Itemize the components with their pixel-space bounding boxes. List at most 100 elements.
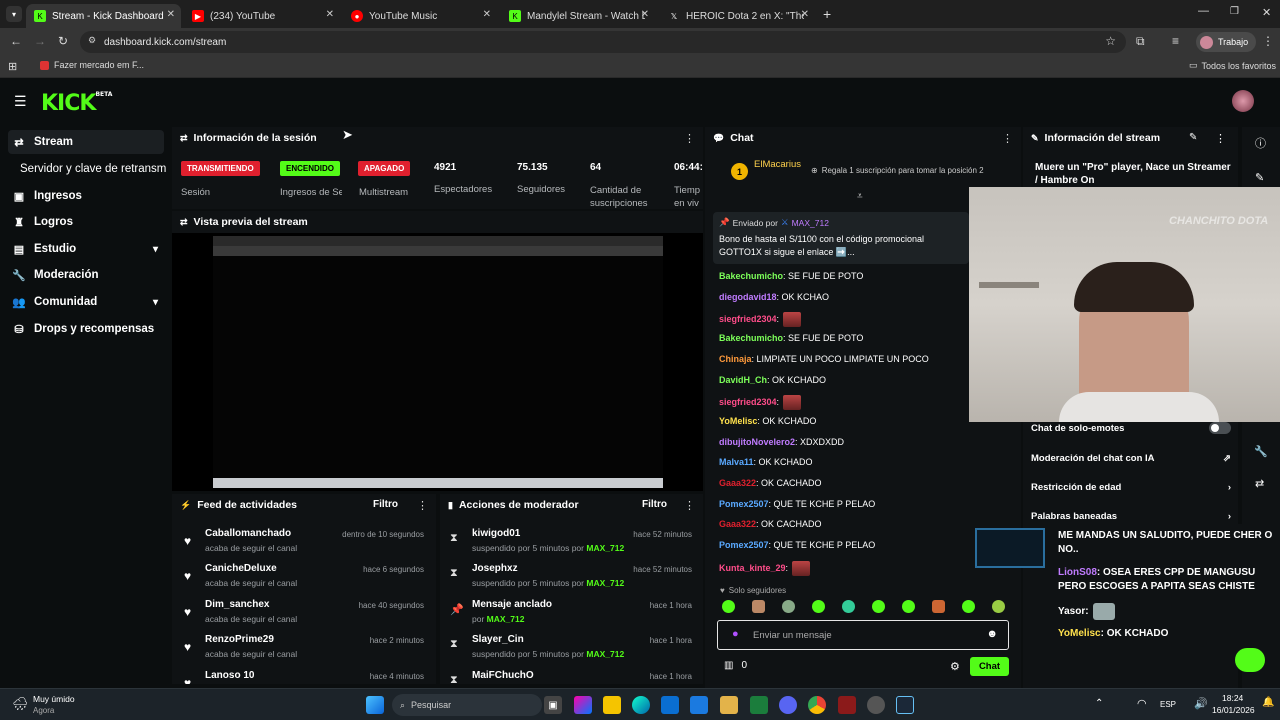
tray-chevron-icon[interactable]: ⌃	[1095, 698, 1103, 709]
chat-username[interactable]: Pomex2507	[719, 540, 769, 550]
chat-username[interactable]: Gaaa322	[719, 519, 756, 529]
address-bar[interactable]: ⚙ dashboard.kick.com/stream ☆	[80, 31, 1126, 53]
outlook-icon[interactable]	[690, 696, 708, 714]
follower-name[interactable]: Lanoso 10	[205, 670, 254, 681]
tab-mandylel-stream[interactable]: K Mandylel Stream - Watch Live o ✕	[501, 4, 655, 28]
media-icon[interactable]: ≡	[1172, 34, 1179, 48]
tab-youtube[interactable]: ▶ (234) YouTube ✕	[184, 4, 340, 28]
all-favorites-folder[interactable]: ▭ Todos los favoritos	[1189, 60, 1276, 71]
collapse-icon[interactable]: ⩡	[857, 191, 863, 202]
emote-icon[interactable]	[872, 600, 885, 613]
sidebar-item-server-key[interactable]: Servidor y clave de retransm	[20, 157, 172, 181]
chat-username[interactable]: Kunta_kinte_29	[719, 563, 786, 573]
chat-username[interactable]: Bakechumicho	[719, 333, 783, 343]
folder-icon[interactable]	[720, 696, 738, 714]
minimize-icon[interactable]: —	[1198, 5, 1209, 17]
moderator-name[interactable]: MAX_712	[586, 649, 624, 659]
profile-button[interactable]: Trabajo	[1196, 32, 1257, 52]
moderator-name[interactable]: MAX_712	[487, 614, 525, 624]
extensions-icon[interactable]: ⧉	[1136, 34, 1145, 49]
stream-preview-video[interactable]	[213, 236, 663, 488]
moderator-name[interactable]: MAX_712	[586, 543, 624, 553]
sidebar-item-stream[interactable]: ⇄ Stream	[8, 130, 164, 154]
close-tab-icon[interactable]: ✕	[641, 9, 649, 20]
task-view-icon[interactable]: ▣	[544, 696, 562, 714]
weather-icon[interactable]: 🌧	[12, 696, 29, 712]
microphone-icon[interactable]: ●	[732, 628, 739, 640]
chat-username[interactable]: Pomex2507	[719, 499, 769, 509]
chat-input[interactable]: ● Enviar un mensaje ☻	[717, 620, 1009, 650]
close-tab-icon[interactable]: ✕	[167, 9, 175, 20]
channel-points[interactable]: ▥ 0	[724, 660, 747, 671]
sidebar-item-drops[interactable]: ⛁ Drops y recompensas	[8, 317, 164, 341]
notifications-icon[interactable]: 🔔	[1262, 697, 1274, 708]
emoji-icon[interactable]: ☻	[986, 628, 998, 640]
app-icon[interactable]	[867, 696, 885, 714]
window-close-icon[interactable]: ✕	[1262, 6, 1271, 19]
filter-button[interactable]: Filtro	[373, 499, 398, 510]
chat-username[interactable]: DavidH_Ch	[719, 375, 767, 385]
more-options-icon[interactable]: ⋮	[684, 132, 695, 145]
tab-menu-icon[interactable]: ▾	[6, 6, 22, 22]
steam-icon[interactable]	[896, 696, 914, 714]
follower-name[interactable]: CanicheDeluxe	[205, 563, 277, 574]
setting-row[interactable]: Palabras baneadas ›	[1031, 507, 1231, 525]
app-icon[interactable]	[750, 696, 768, 714]
more-options-icon[interactable]: ⋮	[1215, 132, 1226, 145]
hamburger-menu-icon[interactable]: ☰	[14, 93, 27, 110]
sidebar-item-comunidad[interactable]: 👥 Comunidad ▾	[8, 290, 164, 314]
setting-row[interactable]: Restricción de edad ›	[1031, 478, 1231, 496]
restore-icon[interactable]: ❐	[1230, 6, 1239, 17]
back-icon[interactable]: ←	[10, 34, 22, 48]
tab-youtube-music[interactable]: ● YouTube Music ✕	[343, 4, 497, 28]
send-chat-button[interactable]: Chat	[970, 657, 1009, 676]
chrome-icon[interactable]	[808, 696, 826, 714]
chat-settings-icon[interactable]: ⚙	[950, 660, 960, 673]
more-options-icon[interactable]: ⋮	[1002, 132, 1013, 145]
bookmark-item[interactable]: Fazer mercado em F...	[40, 60, 144, 70]
forward-icon[interactable]: →	[34, 34, 46, 48]
chat-username[interactable]: siegfried2304	[719, 397, 777, 407]
emote-icon[interactable]	[932, 600, 945, 613]
chat-username[interactable]: dibujitoNovelero2	[719, 437, 795, 447]
site-info-icon[interactable]: ⚙	[88, 35, 96, 46]
emote-icon[interactable]	[812, 600, 825, 613]
file-explorer-icon[interactable]	[603, 696, 621, 714]
chat-username[interactable]: Malva11	[719, 457, 754, 467]
swap-icon[interactable]: ⇄	[1255, 477, 1264, 490]
session-badge[interactable]: APAGADO	[358, 161, 411, 176]
more-options-icon[interactable]: ⋮	[417, 499, 428, 512]
emote-icon[interactable]	[842, 600, 855, 613]
close-tab-icon[interactable]: ✕	[326, 9, 334, 20]
volume-icon[interactable]: 🔊	[1194, 697, 1208, 710]
filter-button[interactable]: Filtro	[642, 499, 667, 510]
sidebar-item-moderacion[interactable]: 🔧 Moderación	[8, 263, 164, 287]
emote-only-toggle[interactable]	[1209, 422, 1231, 434]
gift-sub-prompt[interactable]: ⊕ Regala 1 suscripción para tomar la pos…	[811, 166, 984, 175]
follower-name[interactable]: Caballomanchado	[205, 528, 291, 539]
chat-username[interactable]: YoMelisc	[719, 416, 757, 426]
sidebar-item-estudio[interactable]: ▤ Estudio ▾	[8, 237, 164, 261]
wrench-icon[interactable]: 🔧	[1254, 445, 1268, 458]
edit-icon[interactable]: ✎	[1189, 132, 1197, 143]
follower-name[interactable]: RenzoPrime29	[205, 634, 274, 645]
emote-icon[interactable]	[902, 600, 915, 613]
edit-icon[interactable]: ✎	[1255, 171, 1264, 184]
clock-time[interactable]: 18:24	[1222, 693, 1243, 703]
bookmark-star-icon[interactable]: ☆	[1105, 34, 1116, 48]
emote-icon[interactable]	[752, 600, 765, 613]
pinned-by-user[interactable]: MAX_712	[792, 218, 829, 228]
chat-username[interactable]: Bakechumicho	[719, 271, 783, 281]
browser-menu-icon[interactable]: ⋮	[1262, 34, 1274, 48]
sidebar-item-ingresos[interactable]: ▣ Ingresos	[8, 184, 164, 208]
follower-name[interactable]: Dim_sanchex	[205, 599, 269, 610]
windows-start-icon[interactable]	[366, 696, 384, 714]
moderated-user[interactable]: Josephxz	[472, 563, 518, 574]
moderated-user[interactable]: Slayer_Cin	[472, 634, 524, 645]
wifi-icon[interactable]: ◠	[1137, 697, 1147, 710]
emote-icon[interactable]	[992, 600, 1005, 613]
top-gifter-name[interactable]: ElMacarius	[754, 159, 801, 170]
session-badge[interactable]: ENCENDIDO	[280, 161, 341, 176]
setting-row[interactable]: Moderación del chat con IA ⇗	[1031, 449, 1231, 467]
close-tab-icon[interactable]: ✕	[483, 9, 491, 20]
